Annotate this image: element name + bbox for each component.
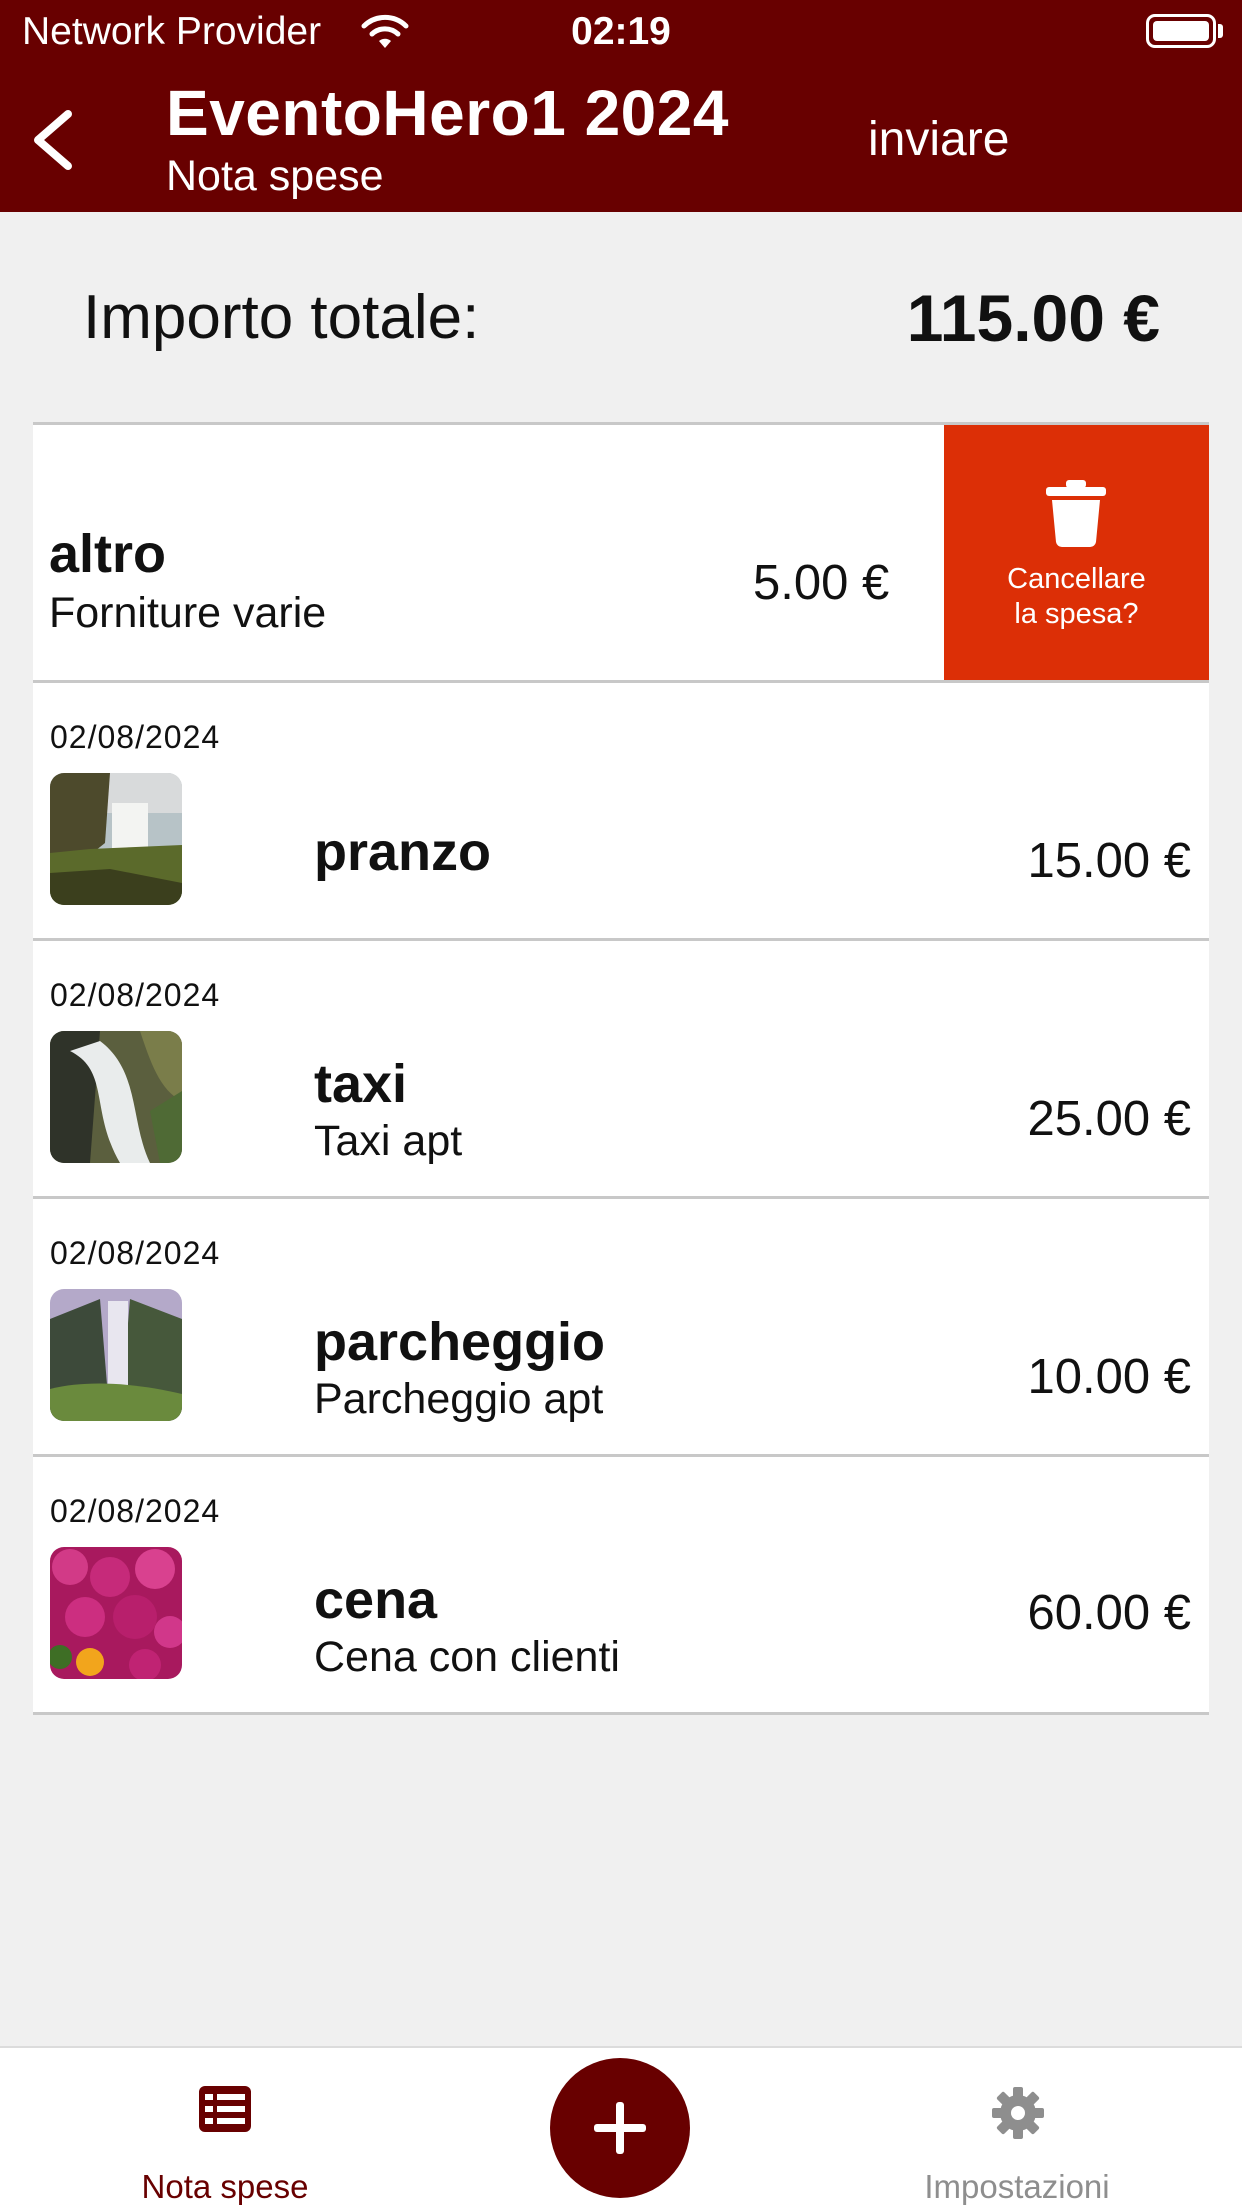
page-subtitle: Nota spese — [166, 152, 384, 200]
expense-row-swiped[interactable]: altro Forniture varie 5.00 € Cancellare … — [33, 425, 1209, 683]
tab-settings[interactable]: Impostazioni — [867, 2048, 1167, 2210]
expense-amount: 10.00 € — [1027, 1350, 1192, 1404]
expense-note: Forniture varie — [49, 589, 327, 637]
expense-amount: 25.00 € — [1027, 1092, 1192, 1146]
battery-tip — [1218, 24, 1223, 38]
expense-date: 02/08/2024 — [50, 719, 221, 755]
expense-row[interactable]: 02/08/2024 taxi Taxi apt 25.00 € — [33, 941, 1209, 1199]
expense-amount: 60.00 € — [1027, 1586, 1192, 1640]
expense-note: Cena con clienti — [314, 1633, 620, 1681]
tab-expense-report[interactable]: Nota spese — [75, 2048, 375, 2210]
list-icon — [199, 2086, 251, 2132]
receipt-thumbnail[interactable] — [50, 1547, 182, 1679]
expense-category: altro — [49, 524, 167, 584]
expense-category: taxi — [314, 1054, 408, 1114]
tab-label: Nota spese — [141, 2168, 309, 2205]
send-button[interactable]: inviare — [868, 112, 1009, 167]
receipt-thumbnail[interactable] — [50, 1289, 182, 1421]
back-button[interactable] — [24, 100, 84, 180]
delete-expense-button[interactable]: Cancellare la spesa? — [944, 425, 1209, 680]
plus-icon — [594, 2102, 646, 2154]
swiped-row-content[interactable]: altro Forniture varie 5.00 € — [33, 425, 945, 680]
expense-row[interactable]: 02/08/2024 parcheggio Parcheggio apt 10.… — [33, 1199, 1209, 1457]
expense-date: 02/08/2024 — [50, 1235, 221, 1271]
expense-date: 02/08/2024 — [50, 977, 221, 1013]
status-bar: Network Provider 02:19 — [0, 0, 1242, 68]
expense-amount: 15.00 € — [1027, 834, 1192, 888]
receipt-thumbnail[interactable] — [50, 1031, 182, 1163]
page-title: EventoHero1 2024 — [166, 77, 729, 149]
gear-icon — [992, 2087, 1044, 2139]
trash-icon — [1046, 480, 1106, 548]
expense-note: Parcheggio apt — [314, 1375, 604, 1423]
expense-amount: 5.00 € — [753, 556, 890, 610]
expense-category: cena — [314, 1570, 438, 1630]
expense-category: parcheggio — [314, 1312, 606, 1372]
total-amount: 115.00 € — [906, 281, 1160, 355]
navigation-header: Network Provider 02:19 EventoHero1 2024 … — [0, 0, 1242, 212]
expense-note: Taxi apt — [314, 1117, 463, 1165]
total-label: Importo totale: — [83, 283, 480, 352]
expense-row[interactable]: 02/08/2024 pranzo 15.00 € — [33, 683, 1209, 941]
clock: 02:19 — [571, 10, 671, 53]
expense-list: altro Forniture varie 5.00 € Cancellare … — [33, 422, 1209, 1715]
delete-label: Cancellare la spesa? — [944, 562, 1209, 632]
receipt-thumbnail[interactable] — [50, 773, 182, 905]
expense-row[interactable]: 02/08/2024 cena Cena con clienti 60.00 € — [33, 1457, 1209, 1715]
add-expense-button[interactable] — [550, 2058, 690, 2198]
delete-label-line2: la spesa? — [1014, 598, 1139, 630]
expense-category: pranzo — [314, 822, 492, 882]
expense-date: 02/08/2024 — [50, 1493, 221, 1529]
tab-label: Impostazioni — [924, 2168, 1110, 2205]
battery-icon — [1146, 14, 1216, 48]
chevron-left-icon — [34, 110, 72, 170]
delete-label-line1: Cancellare — [1007, 563, 1146, 595]
